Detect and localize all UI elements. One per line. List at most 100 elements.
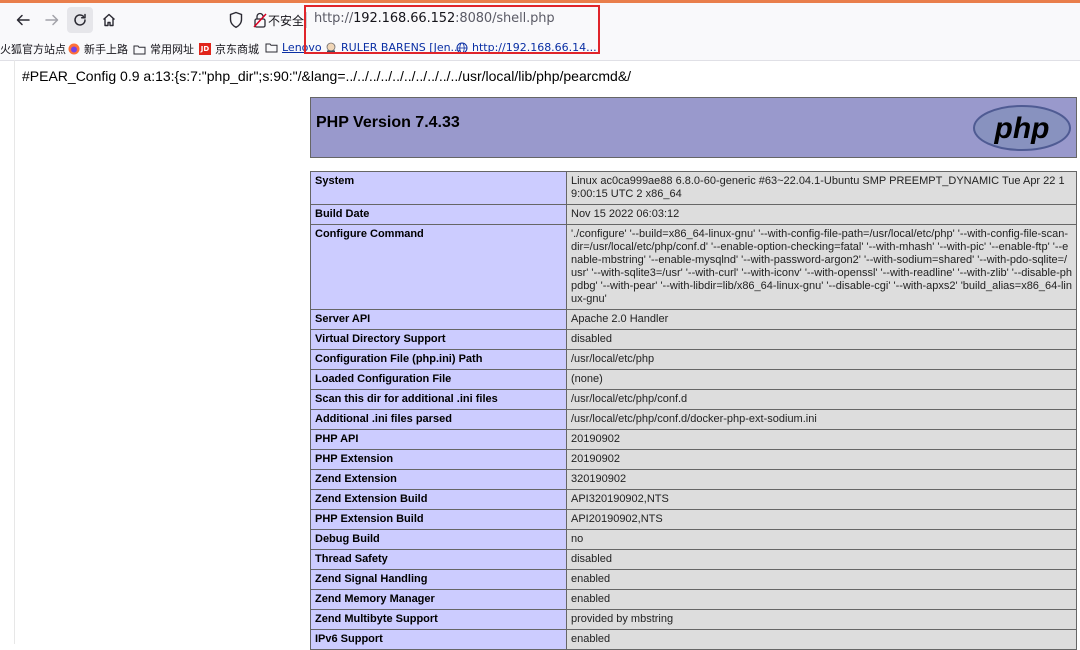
bookmark-label: http://192.168.66.14...	[472, 41, 597, 54]
insecure-lock-icon[interactable]	[252, 11, 268, 29]
home-button[interactable]	[96, 7, 122, 33]
forward-button[interactable]	[39, 7, 65, 33]
globe-icon	[456, 42, 468, 53]
info-key: Configuration File (php.ini) Path	[310, 349, 567, 370]
info-value: 320190902	[566, 469, 1077, 490]
info-key: Zend Extension Build	[310, 489, 567, 510]
info-value: /usr/local/etc/php/conf.d	[566, 389, 1077, 410]
info-key: Virtual Directory Support	[310, 329, 567, 350]
info-key: Zend Memory Manager	[310, 589, 567, 610]
php-version-header: PHP Version 7.4.33 php	[310, 97, 1077, 158]
tracking-shield-icon[interactable]	[228, 11, 244, 29]
info-value: Nov 15 2022 06:03:12	[566, 204, 1077, 225]
firefox-icon	[68, 43, 80, 55]
info-key: PHP Extension	[310, 449, 567, 470]
info-value: provided by mbstring	[566, 609, 1077, 630]
info-value: enabled	[566, 569, 1077, 590]
forward-arrow-icon	[45, 14, 59, 26]
info-key: Zend Signal Handling	[310, 569, 567, 590]
address-bar[interactable]: 不安全 http://192.168.66.152:8080/shell.php	[220, 5, 1080, 35]
pear-config-output: #PEAR_Config 0.9 a:13:{s:7:"php_dir";s:9…	[22, 68, 632, 84]
url-rest: :8080/shell.php	[455, 11, 555, 26]
info-key: IPv6 Support	[310, 629, 567, 650]
table-row: Debug Build no	[310, 529, 1077, 550]
bookmark-jd[interactable]: JD 京东商城	[199, 41, 259, 57]
table-row: Zend Multibyte Support provided by mbstri…	[310, 609, 1077, 630]
info-key: PHP API	[310, 429, 567, 450]
table-row: Loaded Configuration File (none)	[310, 369, 1077, 390]
table-row: Zend Extension Build API320190902,NTS	[310, 489, 1077, 510]
info-value: /usr/local/etc/php	[566, 349, 1077, 370]
info-value: API320190902,NTS	[566, 489, 1077, 510]
security-label[interactable]: 不安全	[268, 12, 304, 29]
table-row: Configuration File (php.ini) Path/usr/lo…	[310, 349, 1077, 370]
info-key: Scan this dir for additional .ini files	[310, 389, 567, 410]
info-value: (none)	[566, 369, 1077, 390]
info-value: './configure' '--build=x86_64-linux-gnu'…	[566, 224, 1077, 310]
reload-button[interactable]	[67, 7, 93, 33]
table-row: Additional .ini files parsed/usr/local/e…	[310, 409, 1077, 430]
info-key: Loaded Configuration File	[310, 369, 567, 390]
table-row: Virtual Directory Support disabled	[310, 329, 1077, 350]
info-value: /usr/local/etc/php/conf.d/docker-php-ext…	[566, 409, 1077, 430]
info-value: disabled	[566, 549, 1077, 570]
info-value: enabled	[566, 589, 1077, 610]
php-logo-icon: php	[973, 105, 1071, 151]
info-value: 20190902	[566, 449, 1077, 470]
jd-icon: JD	[199, 43, 211, 55]
table-row: IPv6 Support enabled	[310, 629, 1077, 650]
info-key: Debug Build	[310, 529, 567, 550]
info-value: disabled	[566, 329, 1077, 350]
table-row: Configure Command './configure' '--build=…	[310, 224, 1077, 310]
bookmark-label: Lenovo	[282, 41, 322, 54]
table-row: Zend Memory Manager enabled	[310, 589, 1077, 610]
info-key: Server API	[310, 309, 567, 330]
info-value: API20190902,NTS	[566, 509, 1077, 530]
bookmark-label: 京东商城	[215, 43, 259, 56]
table-row: Zend Extension 320190902	[310, 469, 1077, 490]
bookmark-ip-address[interactable]: http://192.168.66.14...	[456, 41, 597, 54]
url-text[interactable]: http://192.168.66.152:8080/shell.php	[314, 11, 555, 26]
reload-icon	[74, 13, 86, 26]
info-key: Additional .ini files parsed	[310, 409, 567, 430]
php-version-title: PHP Version 7.4.33	[316, 114, 460, 131]
bookmark-ruler-barens[interactable]: RULER BARENS [Jen...	[325, 41, 461, 54]
table-row: Zend Signal Handling enabled	[310, 569, 1077, 590]
back-arrow-icon	[16, 14, 30, 26]
navigation-toolbar: 不安全 http://192.168.66.152:8080/shell.php	[0, 3, 1080, 36]
info-key: Zend Multibyte Support	[310, 609, 567, 630]
bookmark-label: 火狐官方站点	[0, 43, 66, 56]
info-value: Apache 2.0 Handler	[566, 309, 1077, 330]
url-prefix: http://	[314, 11, 354, 26]
info-key: Build Date	[310, 204, 567, 225]
php-logo-text: php	[994, 112, 1050, 145]
bookmark-common-sites[interactable]: 常用网址	[133, 41, 194, 57]
info-key: System	[310, 171, 567, 205]
info-key: Zend Extension	[310, 469, 567, 490]
info-key: Configure Command	[310, 224, 567, 310]
bookmark-lenovo[interactable]: Lenovo	[265, 41, 322, 54]
info-value: no	[566, 529, 1077, 550]
folder-icon	[265, 43, 278, 53]
table-row: PHP API 20190902	[310, 429, 1077, 450]
info-value: 20190902	[566, 429, 1077, 450]
bookmark-firefox-official[interactable]: 火狐官方站点	[0, 41, 66, 57]
url-divider	[306, 12, 307, 28]
table-row: Scan this dir for additional .ini files /…	[310, 389, 1077, 410]
info-key: PHP Extension Build	[310, 509, 567, 530]
info-value: enabled	[566, 629, 1077, 650]
content-divider	[14, 60, 15, 644]
table-row: PHP Extension 20190902	[310, 449, 1077, 470]
folder-icon	[133, 45, 146, 54]
php-info-table: System Linux ac0ca999ae88 6.8.0-60-generi…	[310, 171, 1077, 650]
bookmarks-toolbar: 火狐官方站点 新手上路 常用网址 JD 京东商城 Lenovo RULER BA…	[0, 36, 1080, 61]
table-row: Server API Apache 2.0 Handler	[310, 309, 1077, 330]
jenkins-icon	[326, 42, 336, 53]
table-row: PHP Extension Build API20190902,NTS	[310, 509, 1077, 530]
bookmark-label: 常用网址	[150, 43, 194, 56]
info-key: Thread Safety	[310, 549, 567, 570]
back-button[interactable]	[10, 7, 36, 33]
bookmark-getting-started[interactable]: 新手上路	[68, 41, 128, 57]
table-row: System Linux ac0ca999ae88 6.8.0-60-generi…	[310, 171, 1077, 205]
table-row: Thread Safety disabled	[310, 549, 1077, 570]
